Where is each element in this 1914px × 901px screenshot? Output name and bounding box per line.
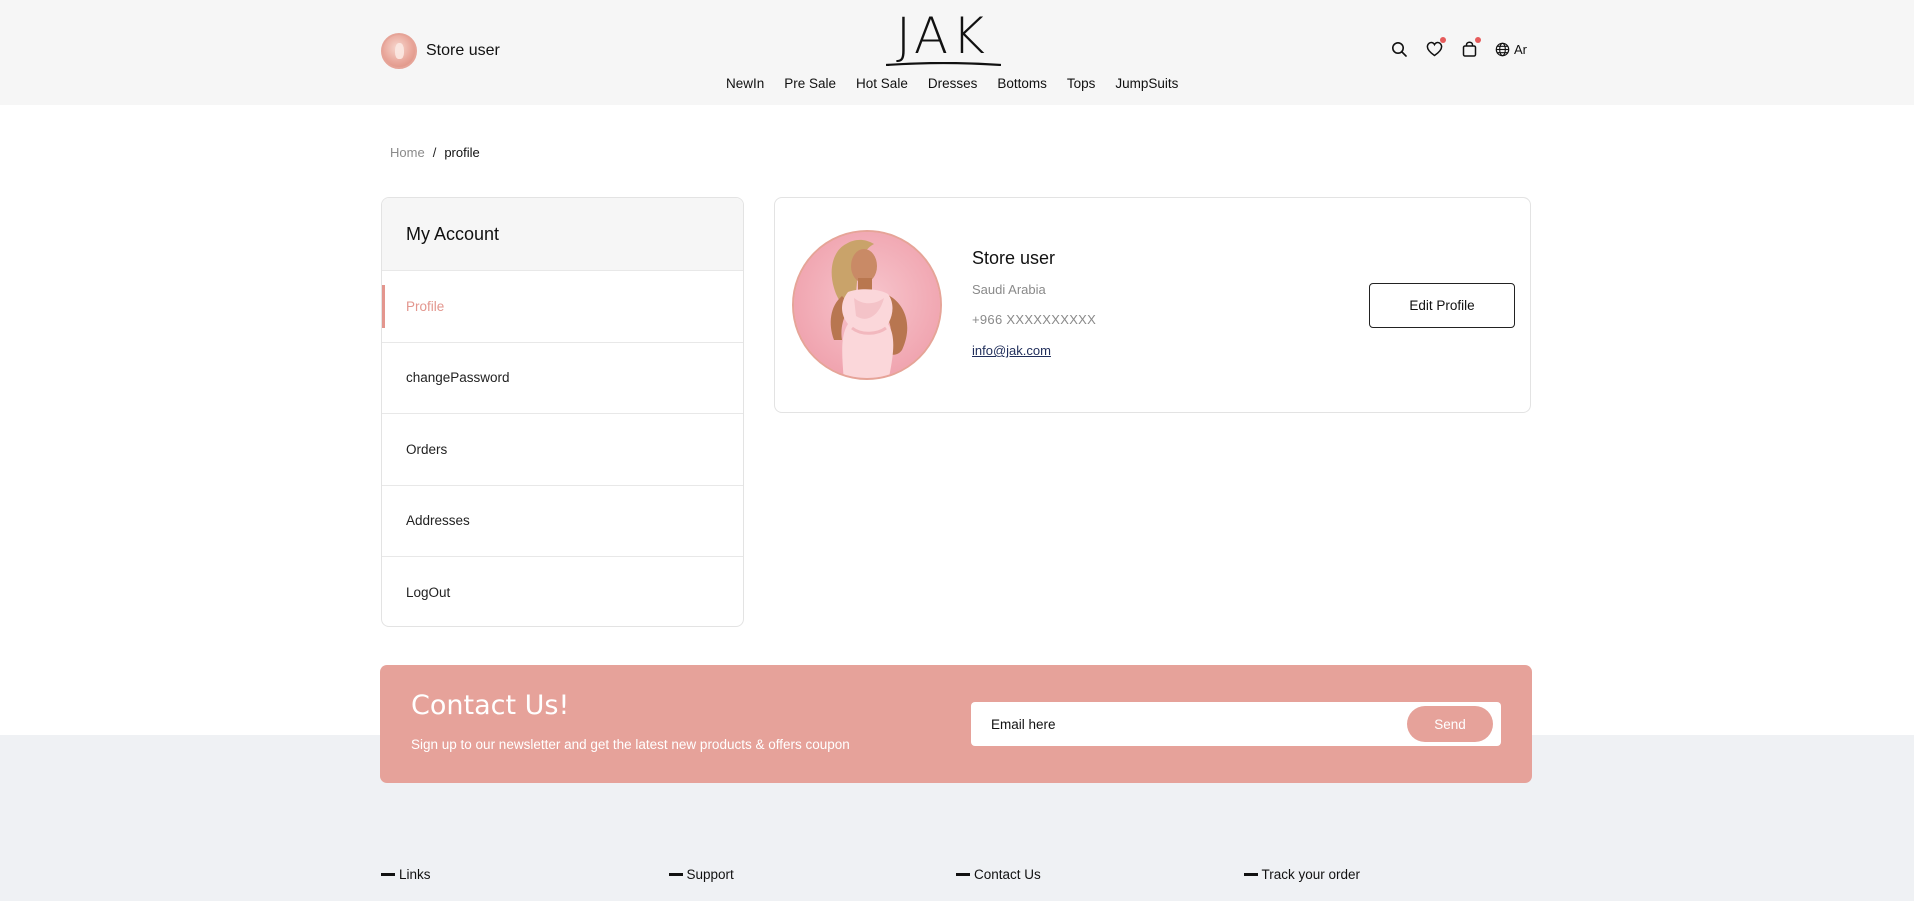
sidebar-item-logout[interactable]: LogOut <box>382 557 743 626</box>
newsletter-subtitle: Sign up to our newsletter and get the la… <box>411 737 850 752</box>
breadcrumb-home[interactable]: Home <box>390 145 425 160</box>
profile-card: Store user Saudi Arabia +966 XXXXXXXXXX … <box>774 197 1531 413</box>
profile-name: Store user <box>972 248 1056 268</box>
footer-col-title: Links <box>399 867 431 882</box>
header-actions: Ar <box>1390 37 1527 58</box>
sidebar-item-profile[interactable]: Profile <box>382 271 743 343</box>
nav-item-newin[interactable]: NewIn <box>726 76 764 91</box>
nav-item-bottoms[interactable]: Bottoms <box>997 76 1047 91</box>
footer-col-links: Links <box>381 867 669 882</box>
nav-item-tops[interactable]: Tops <box>1067 76 1096 91</box>
newsletter-form: Send <box>971 702 1501 746</box>
heart-icon[interactable] <box>1425 37 1446 58</box>
sidebar-item-change-password[interactable]: changePassword <box>382 343 743 414</box>
footer-col-support: Support <box>668 867 957 882</box>
nav-item-pre-sale[interactable]: Pre Sale <box>784 76 836 91</box>
cart-badge <box>1475 37 1481 43</box>
nav-item-hot-sale[interactable]: Hot Sale <box>856 76 908 91</box>
user-chip[interactable]: Store user <box>381 33 500 69</box>
main-nav: NewIn Pre Sale Hot Sale Dresses Bottoms … <box>726 76 1178 91</box>
newsletter-email-input[interactable] <box>991 702 1391 746</box>
breadcrumb: Home / profile <box>390 145 480 160</box>
profile-photo <box>792 230 942 380</box>
language-switch[interactable]: Ar <box>1495 42 1527 57</box>
footer-columns: Links Support Contact Us Track your orde… <box>381 867 1531 882</box>
newsletter-send-button[interactable]: Send <box>1407 706 1493 742</box>
footer-col-contact: Contact Us <box>956 867 1244 882</box>
profile-phone: +966 XXXXXXXXXX <box>972 312 1097 327</box>
bag-icon[interactable] <box>1460 37 1481 58</box>
logo-text: JAK <box>896 7 989 65</box>
user-chip-name: Store user <box>426 42 500 59</box>
footer-dash <box>956 873 970 876</box>
footer-col-title: Support <box>686 867 734 882</box>
account-sidebar: My Account Profile changePassword Orders… <box>381 197 744 627</box>
footer-dash <box>668 873 683 876</box>
newsletter-banner: Contact Us! Sign up to our newsletter an… <box>380 665 1532 783</box>
sidebar-item-addresses[interactable]: Addresses <box>382 486 743 557</box>
profile-country: Saudi Arabia <box>972 282 1046 297</box>
user-avatar <box>381 33 417 69</box>
nav-item-jumpsuits[interactable]: JumpSuits <box>1115 76 1178 91</box>
profile-email-link[interactable]: info@jak.com <box>972 343 1096 358</box>
brand-logo[interactable]: JAK <box>880 10 1005 68</box>
edit-profile-button[interactable]: Edit Profile <box>1369 283 1515 328</box>
wishlist-badge <box>1440 37 1446 43</box>
breadcrumb-current: profile <box>444 145 480 160</box>
globe-icon <box>1495 42 1510 56</box>
footer-col-track-order: Track your order <box>1243 867 1532 882</box>
site-header: Store user JAK NewIn Pre Sale Hot Sale D… <box>0 0 1914 105</box>
footer-col-title: Track your order <box>1261 867 1361 882</box>
nav-item-dresses[interactable]: Dresses <box>928 76 978 91</box>
footer-dash <box>1243 873 1258 876</box>
search-icon[interactable] <box>1390 40 1408 58</box>
footer-col-title: Contact Us <box>974 867 1041 882</box>
footer-dash <box>381 873 395 876</box>
sidebar-title: My Account <box>382 198 743 271</box>
breadcrumb-separator: / <box>432 145 437 160</box>
language-label: Ar <box>1514 41 1527 57</box>
profile-info: Store user Saudi Arabia +966 XXXXXXXXXX … <box>972 248 1096 358</box>
sidebar-item-orders[interactable]: Orders <box>382 414 743 486</box>
logo-underline <box>886 62 1001 66</box>
newsletter-title: Contact Us! <box>411 690 570 721</box>
